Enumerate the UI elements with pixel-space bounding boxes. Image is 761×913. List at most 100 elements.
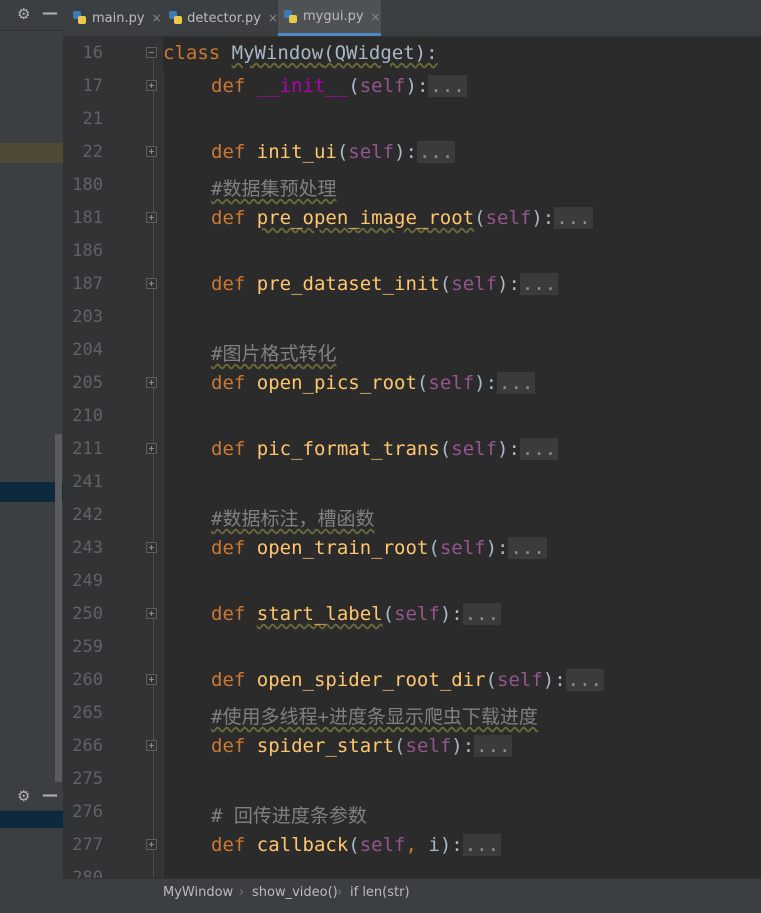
line-number: 260 — [72, 670, 103, 690]
code-line[interactable]: 187 def pre_dataset_init(self):... — [0, 268, 761, 301]
code-token: ( — [439, 438, 452, 460]
code-line[interactable]: 186 — [0, 235, 761, 268]
code-line[interactable]: 242 #数据标注，槽函数 — [0, 499, 761, 532]
code-line[interactable]: 249 — [0, 565, 761, 598]
folded-code-placeholder[interactable]: ... — [565, 669, 604, 691]
fold-expand-icon[interactable] — [146, 740, 157, 751]
code-token: #图片格式转化 — [211, 343, 337, 365]
fold-expand-icon[interactable] — [146, 674, 157, 685]
tab-main-py[interactable]: main.py × — [67, 0, 163, 36]
tab-label: main.py — [92, 10, 145, 26]
code-text: def pre_open_image_root(self):... — [211, 207, 593, 229]
python-file-icon — [284, 9, 298, 24]
tab-mygui-py[interactable]: mygui.py × — [278, 0, 381, 36]
code-token: , — [405, 834, 429, 856]
line-number: 17 — [82, 76, 103, 96]
code-token: i): — [428, 834, 463, 856]
code-line[interactable]: 266 def spider_start(self):... — [0, 730, 761, 763]
code-token: ( — [348, 834, 360, 856]
fold-collapse-icon[interactable] — [146, 47, 157, 58]
code-token: ): — [405, 75, 429, 97]
fold-expand-icon[interactable] — [146, 542, 157, 553]
code-line[interactable]: 17 def __init__(self):... — [0, 70, 761, 103]
code-token: pre_open_image_root — [256, 207, 475, 229]
code-token: ): — [394, 141, 417, 163]
folded-code-placeholder[interactable]: ... — [428, 75, 467, 97]
code-token: #数据标注，槽函数 — [211, 508, 375, 530]
folded-code-placeholder[interactable]: ... — [519, 273, 559, 295]
code-line[interactable]: 241 — [0, 466, 761, 499]
breadcrumb-item-method[interactable]: show_video() — [252, 885, 338, 900]
breadcrumb-item-statement[interactable]: if len(str) — [350, 885, 410, 900]
code-line[interactable]: 16 class MyWindow(QWidget): — [0, 37, 761, 70]
code-token: def — [211, 273, 257, 295]
line-number: 186 — [72, 241, 103, 261]
code-line[interactable]: 276 # 回传进度条参数 — [0, 796, 761, 829]
close-icon[interactable]: × — [152, 11, 162, 25]
folded-code-placeholder[interactable]: ... — [497, 372, 536, 394]
code-text: class MyWindow(QWidget): — [163, 42, 438, 64]
code-line[interactable]: 275 — [0, 763, 761, 796]
code-token: self — [348, 141, 395, 163]
code-text: # 回传进度条参数 — [211, 801, 367, 828]
folded-code-placeholder[interactable]: ... — [554, 207, 593, 229]
gear-icon[interactable]: ⚙ — [17, 5, 30, 23]
code-line[interactable]: 204 #图片格式转化 — [0, 334, 761, 367]
code-token: open_pics_root — [256, 372, 417, 394]
breadcrumb-item-class[interactable]: MyWindow — [163, 885, 233, 900]
bottom-strip — [0, 906, 761, 913]
code-line[interactable]: 22 def init_ui(self):... — [0, 136, 761, 169]
line-number: 181 — [72, 208, 103, 228]
folded-code-placeholder[interactable]: ... — [462, 603, 502, 625]
code-token: def — [211, 834, 257, 856]
code-token: def — [211, 438, 257, 460]
line-number: 203 — [72, 307, 103, 327]
code-line[interactable]: 21 — [0, 103, 761, 136]
fold-expand-icon[interactable] — [146, 839, 157, 850]
code-token: ): — [497, 273, 520, 295]
code-token: def — [211, 669, 257, 691]
fold-expand-icon[interactable] — [146, 278, 157, 289]
line-number: 259 — [72, 637, 103, 657]
fold-expand-icon[interactable] — [146, 443, 157, 454]
project-panel-header: ⚙ — — [0, 0, 63, 31]
minimize-icon[interactable]: — — [42, 3, 58, 22]
line-number: 211 — [72, 439, 103, 459]
folded-code-placeholder[interactable]: ... — [508, 537, 547, 559]
folded-code-placeholder[interactable]: ... — [474, 735, 513, 757]
code-line[interactable]: 250 def start_label(self):... — [0, 598, 761, 631]
code-line[interactable]: 205 def open_pics_root(self):... — [0, 367, 761, 400]
code-text: def start_label(self):... — [211, 603, 502, 625]
fold-expand-icon[interactable] — [146, 212, 157, 223]
code-line[interactable]: 260 def open_spider_root_dir(self):... — [0, 664, 761, 697]
close-icon[interactable]: × — [268, 11, 278, 25]
code-line[interactable]: 243 def open_train_root(self):... — [0, 532, 761, 565]
fold-expand-icon[interactable] — [146, 146, 157, 157]
fold-expand-icon[interactable] — [146, 608, 157, 619]
code-line[interactable]: 211 def pic_format_trans(self):... — [0, 433, 761, 466]
folded-code-placeholder[interactable]: ... — [519, 438, 559, 460]
code-token: open_train_root — [256, 537, 429, 559]
fold-expand-icon[interactable] — [146, 80, 157, 91]
code-token: ( — [416, 372, 429, 394]
code-line[interactable]: 203 — [0, 301, 761, 334]
code-token: self — [497, 669, 543, 691]
code-line[interactable]: 180 #数据集预处理 — [0, 169, 761, 202]
code-line[interactable]: 259 — [0, 631, 761, 664]
code-token: pre_dataset_init — [256, 273, 440, 295]
folded-code-placeholder[interactable]: ... — [462, 834, 502, 856]
line-number: 22 — [82, 142, 103, 162]
code-line[interactable]: 210 — [0, 400, 761, 433]
code-token: self — [451, 438, 498, 460]
code-token: start_label — [256, 603, 383, 625]
fold-expand-icon[interactable] — [146, 377, 157, 388]
close-icon[interactable]: × — [371, 10, 381, 24]
code-token: __init__ — [256, 75, 349, 97]
code-line[interactable]: 265 #使用多线程+进度条显示爬虫下载进度 — [0, 697, 761, 730]
code-line[interactable]: 277 def callback(self, i):... — [0, 829, 761, 862]
code-line[interactable]: 181 def pre_open_image_root(self):... — [0, 202, 761, 235]
tab-detector-py[interactable]: detector.py × — [163, 0, 278, 36]
folded-code-placeholder[interactable]: ... — [416, 141, 456, 163]
code-token: ): — [485, 537, 509, 559]
line-number: 277 — [72, 835, 103, 855]
